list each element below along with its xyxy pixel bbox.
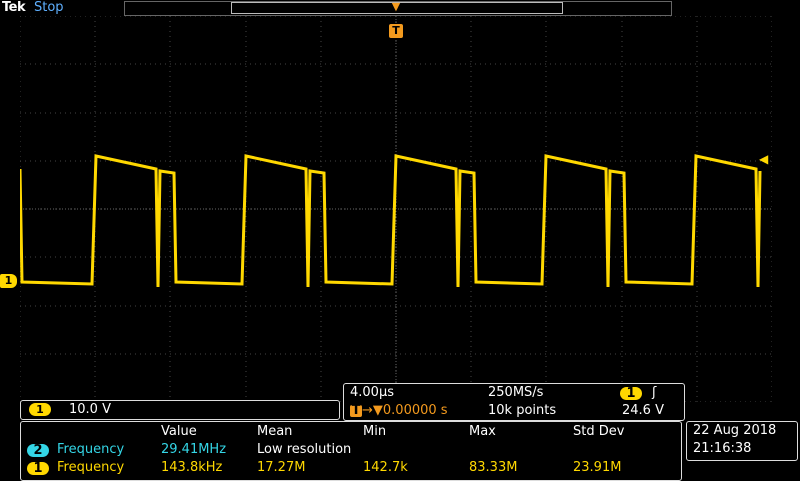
trigger-position-icon: ▼ — [391, 0, 401, 13]
meas-row-1-mean: Low resolution — [257, 442, 352, 457]
delay-arrow-icon: →▼ — [362, 403, 383, 418]
meas-row-2-name: Frequency — [57, 460, 125, 475]
channel1-waveform — [20, 154, 762, 288]
brand-logo: Tek — [2, 0, 26, 15]
meas-header-min: Min — [363, 424, 387, 439]
meas-row-2-std: 23.91M — [573, 460, 622, 475]
trigger-level: 24.6 V — [622, 403, 664, 418]
meas-header-max: Max — [469, 424, 496, 439]
trigger-source-badge: 1 — [620, 387, 642, 400]
meas-header-value: Value — [161, 424, 197, 439]
channel1-scale-readout[interactable]: 1 10.0 V — [20, 400, 340, 420]
top-status-bar: Tek Stop ▼ — [0, 0, 800, 16]
sample-rate: 250MS/s — [488, 385, 544, 400]
trigger-delay-icon: T — [350, 403, 362, 418]
meas-row-1-name: Frequency — [57, 442, 125, 457]
meas-row-2-source-badge: 1 — [27, 462, 49, 475]
record-length: 10k points — [488, 403, 557, 418]
meas-row-2-mean: 17.27M — [257, 460, 306, 475]
channel1-badge: 1 — [29, 403, 51, 416]
time-per-div: 4.00µs — [350, 385, 394, 400]
meas-row-2-max: 83.33M — [469, 460, 518, 475]
meas-header-mean: Mean — [257, 424, 293, 439]
waveform-display[interactable] — [20, 16, 772, 402]
trigger-delay: T →▼0.00000 s — [350, 403, 448, 418]
trigger-marker-icon[interactable]: T — [389, 24, 403, 38]
date: 22 Aug 2018 — [693, 423, 777, 438]
meas-row-2-min: 142.7k — [363, 460, 408, 475]
channel1-ground-marker[interactable]: 1 — [0, 274, 17, 288]
meas-row-1-source-badge: 2 — [27, 444, 49, 457]
acquisition-status: Stop — [34, 0, 64, 15]
meas-header-std: Std Dev — [573, 424, 625, 439]
meas-row-1-value: 29.41MHz — [161, 442, 227, 457]
meas-row-2-value: 143.8kHz — [161, 460, 223, 475]
measurement-panel[interactable]: Value Mean Min Max Std Dev 2 Frequency 2… — [20, 421, 682, 481]
time: 21:16:38 — [693, 441, 752, 456]
trigger-slope-icon: ʃ — [652, 385, 657, 400]
channel1-scale-value: 10.0 V — [69, 402, 111, 417]
horizontal-trigger-readout[interactable]: 4.00µs 250MS/s 1 ʃ T →▼0.00000 s 10k poin… — [343, 383, 685, 421]
trigger-level-arrow-icon[interactable]: ◀ — [759, 152, 768, 166]
date-time-readout: 22 Aug 2018 21:16:38 — [686, 421, 798, 461]
